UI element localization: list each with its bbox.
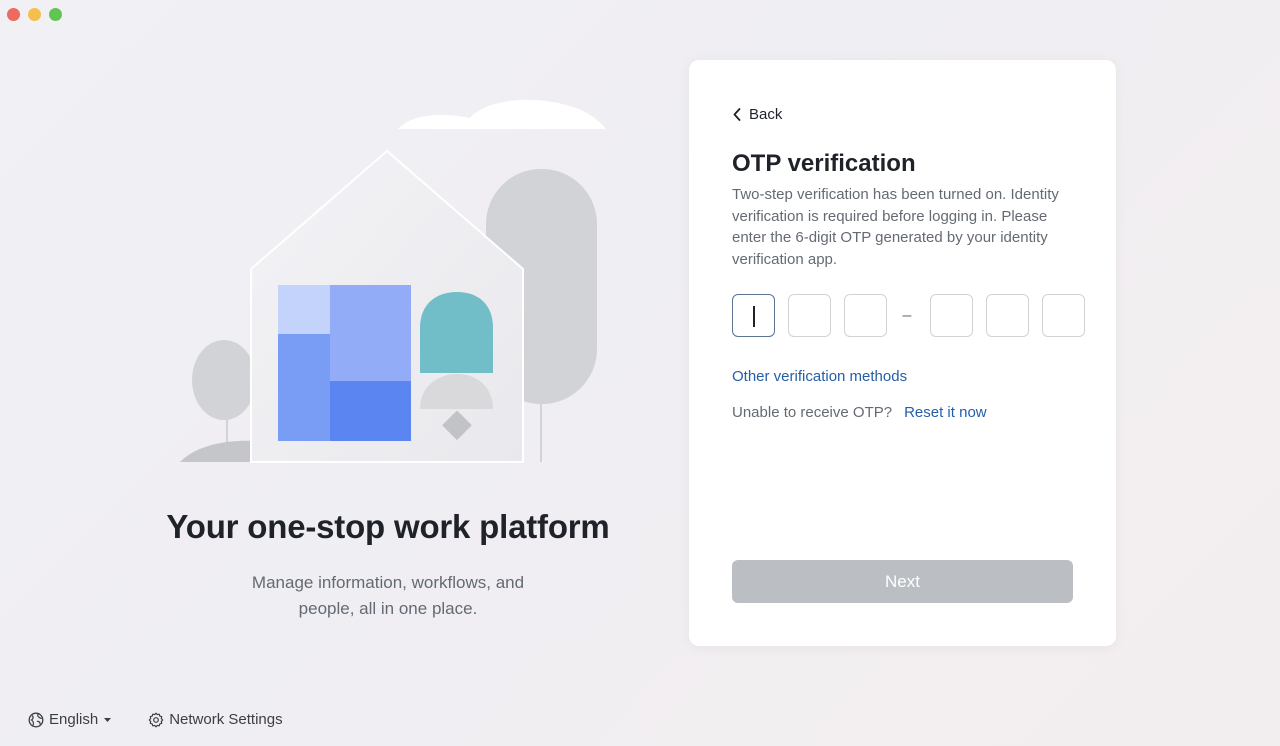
ground-mound — [180, 440, 255, 462]
cloud — [398, 99, 606, 129]
headline: Your one-stop work platform — [166, 508, 610, 545]
maximize-window-button[interactable] — [49, 8, 62, 21]
otp-input-group: – — [732, 294, 1085, 337]
other-verification-methods-link[interactable]: Other verification methods — [732, 368, 907, 385]
unable-to-receive-row: Unable to receive OTP? Reset it now — [732, 404, 987, 421]
close-window-button[interactable] — [7, 8, 20, 21]
house-illustration — [180, 99, 606, 463]
caret-down-icon — [104, 717, 112, 722]
tree-left — [192, 340, 256, 420]
page-title: OTP verification — [732, 150, 916, 177]
otp-card: Back OTP verification Two-step verificat… — [689, 60, 1116, 646]
arch-window — [420, 292, 493, 373]
language-label: English — [49, 711, 99, 728]
network-settings-button[interactable]: Network Settings — [148, 711, 283, 728]
subtitle: Manage information, workflows, and peopl… — [251, 573, 525, 618]
next-button[interactable]: Next — [732, 560, 1073, 603]
otp-digit-5[interactable] — [986, 294, 1029, 337]
back-button[interactable]: Back — [733, 106, 782, 123]
globe-icon — [28, 712, 44, 727]
window-controls — [7, 8, 62, 21]
gear-icon — [148, 712, 164, 727]
otp-description: Two-step verification has been turned on… — [732, 186, 1059, 268]
otp-digit-4[interactable] — [930, 294, 973, 337]
back-label: Back — [749, 106, 783, 123]
otp-digit-2[interactable] — [788, 294, 831, 337]
unable-text: Unable to receive OTP? — [732, 404, 893, 421]
minimize-window-button[interactable] — [28, 8, 41, 21]
reset-link[interactable]: Reset it now — [904, 404, 987, 421]
network-settings-label: Network Settings — [169, 711, 283, 728]
footer: English Network Settings — [28, 711, 283, 728]
otp-digit-1[interactable] — [732, 294, 775, 337]
otp-separator: – — [902, 306, 912, 324]
otp-digit-3[interactable] — [844, 294, 887, 337]
language-selector[interactable]: English — [28, 711, 112, 728]
otp-digit-6[interactable] — [1042, 294, 1085, 337]
chevron-left-icon — [733, 108, 741, 121]
